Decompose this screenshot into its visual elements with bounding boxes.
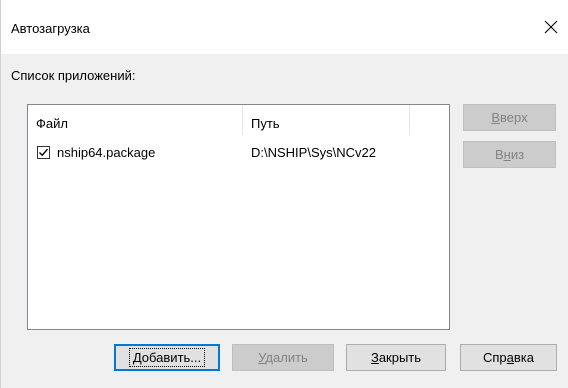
move-up-label: Вверх: [491, 110, 528, 125]
move-down-label: Вниз: [494, 147, 525, 162]
list-item[interactable]: nship64.package D:\NSHIP\Sys\NCv22: [28, 143, 449, 165]
move-up-button[interactable]: Вверх: [463, 104, 556, 131]
title-bar: Автозагрузка: [1, 0, 568, 54]
move-down-button[interactable]: Вниз: [463, 141, 556, 168]
delete-button[interactable]: Удалить: [232, 344, 334, 371]
file-cell: nship64.package: [57, 145, 156, 160]
close-icon: [544, 20, 558, 34]
window-title: Автозагрузка: [11, 21, 90, 36]
app-listview[interactable]: Файл Путь nship64.package D:\NSHIP\Sys\N…: [27, 104, 450, 330]
delete-label: Удалить: [258, 350, 308, 365]
column-header-file-label: Файл: [36, 116, 68, 131]
add-button[interactable]: Добавить...: [114, 344, 220, 371]
listview-header: Файл Путь: [28, 105, 449, 135]
column-header-path-label: Путь: [251, 116, 280, 131]
path-cell: D:\NSHIP\Sys\NCv22: [251, 145, 376, 160]
help-label: Справка: [482, 350, 534, 365]
checkmark-icon: [39, 148, 49, 157]
enabled-checkbox[interactable]: [37, 146, 50, 159]
autostart-dialog: Автозагрузка Список приложений: Файл Пут…: [0, 0, 568, 388]
app-list-label: Список приложений:: [11, 68, 136, 83]
column-header-path[interactable]: Путь: [243, 105, 410, 135]
add-label: Добавить...: [128, 348, 206, 367]
column-header-file[interactable]: Файл: [28, 105, 243, 135]
close-window-button[interactable]: [533, 8, 568, 46]
close-label: Закрыть: [370, 350, 422, 365]
close-button[interactable]: Закрыть: [346, 344, 446, 371]
help-button[interactable]: Справка: [460, 344, 557, 371]
